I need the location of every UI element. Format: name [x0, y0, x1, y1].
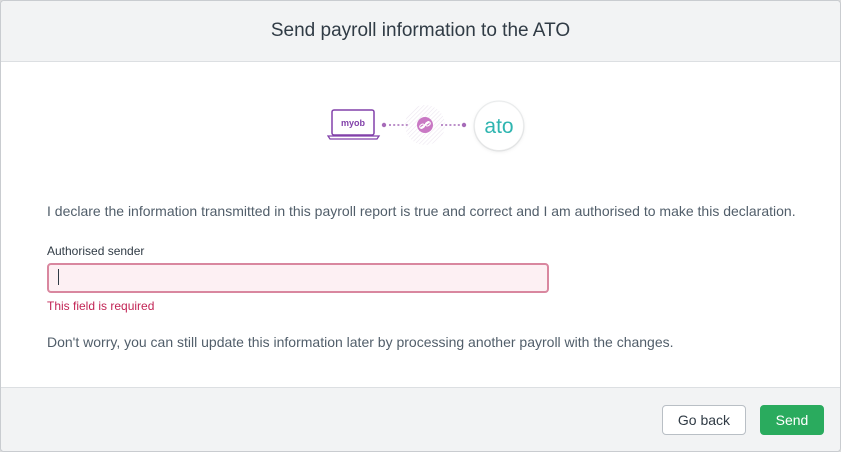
send-button[interactable]: Send [760, 405, 824, 435]
update-note-text: Don't worry, you can still update this i… [47, 334, 674, 350]
ato-logo-text: ato [484, 115, 513, 138]
dialog-footer: Go back Send [1, 387, 840, 451]
authorised-sender-input[interactable] [47, 263, 549, 293]
myob-ato-connection-illustration: myob ato [327, 100, 525, 152]
link-icon [417, 117, 433, 133]
send-payroll-dialog: Send payroll information to the ATO myob [0, 0, 841, 452]
ato-logo: ato [473, 100, 525, 152]
declaration-text: I declare the information transmitted in… [47, 203, 796, 219]
dialog-title: Send payroll information to the ATO [270, 20, 571, 41]
authorised-sender-label: Authorised sender [47, 244, 145, 258]
dialog-body: myob ato I declare the information trans… [1, 62, 840, 387]
laptop-icon: myob [327, 109, 381, 140]
field-error-message: This field is required [47, 299, 155, 313]
text-cursor [58, 269, 59, 285]
myob-logo-text: myob [341, 118, 366, 128]
go-back-button[interactable]: Go back [662, 405, 746, 435]
dialog-header: Send payroll information to the ATO [1, 1, 840, 62]
